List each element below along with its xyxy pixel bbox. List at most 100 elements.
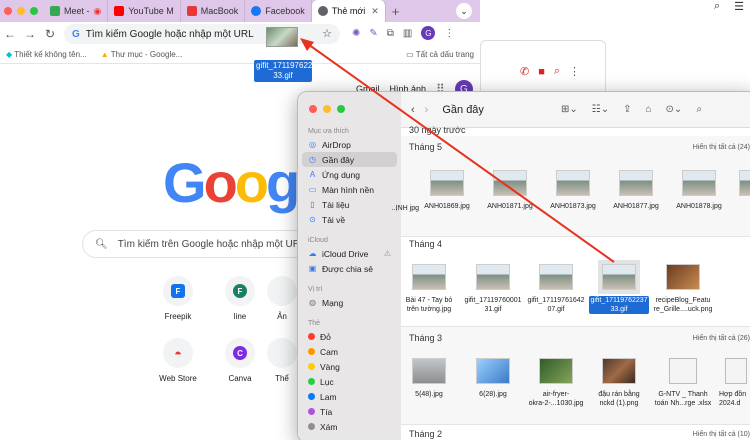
file-item[interactable]: 5(48).jpg <box>399 358 459 399</box>
menu-icon[interactable]: ☰ <box>734 0 744 13</box>
file-name-line: air-fryer- <box>542 391 570 398</box>
new-tab-button[interactable]: + <box>392 4 400 19</box>
file-name-line: gifit_17119760001 <box>464 297 522 304</box>
minimize-window-button[interactable] <box>323 105 331 113</box>
bookmark-item[interactable]: ▲ Thư mục - Google... <box>101 50 183 59</box>
file-item[interactable]: gifit_17119760001 31.gif <box>463 264 523 314</box>
meet-icon <box>50 6 60 16</box>
file-item[interactable]: ANH01877.jpg <box>606 170 666 211</box>
side-panel-icon[interactable]: ▥ <box>403 28 412 39</box>
share-icon[interactable]: ⇪ <box>623 104 631 115</box>
file-item[interactable]: air-fryer-okra-2-...1030.jpg <box>526 358 586 408</box>
section-divider <box>401 236 750 237</box>
pen-icon[interactable]: ✎ <box>369 28 377 39</box>
bookmark-item[interactable]: ◆ Thiết kế không tên... <box>6 50 87 59</box>
more-options-icon[interactable]: ⊙⌄ <box>666 104 683 115</box>
sidebar-item-downloads[interactable]: ⊙ Tải về <box>298 212 401 227</box>
back-arrow-icon[interactable]: ← <box>4 27 16 41</box>
sidebar-tag-blue[interactable]: Lam <box>298 389 401 404</box>
tab-meet[interactable]: Meet - ◉ <box>44 0 109 22</box>
shortcut-line[interactable]: F line <box>210 276 270 321</box>
address-bar-text: Tìm kiếm Google hoặc nhập một URL <box>85 28 254 40</box>
shortcut-partial-2[interactable]: Thể <box>262 338 302 383</box>
bookmarks-bar: ◆ Thiết kế không tên... ▲ Thư mục - Goog… <box>0 46 480 64</box>
file-item[interactable]: recipeBlog_Featu re_Grille....uck.png <box>653 264 713 314</box>
show-all-may[interactable]: Hiển thị tất cả (24) <box>693 144 750 151</box>
file-name: ANH01877.jpg <box>613 203 659 210</box>
more-menu-icon[interactable]: ⋮ <box>444 28 454 39</box>
file-item[interactable]: ..ỊNH jpg <box>379 170 419 213</box>
file-name-line: re_Grille....uck.png <box>653 306 713 313</box>
sidebar-item-label: Tía <box>320 406 333 417</box>
file-thumbnail <box>666 264 700 290</box>
close-tab-icon[interactable]: ✕ <box>371 6 379 17</box>
sidebar-item-airdrop[interactable]: ◎ AirDrop <box>298 137 401 152</box>
zoom-window-button[interactable] <box>30 7 38 15</box>
shortcut-freepik[interactable]: F Freepik <box>148 276 208 321</box>
file-item[interactable]: Bài 47 - Tay bó trên tường.jpg <box>399 264 459 314</box>
back-chevron-icon[interactable]: ‹ <box>411 104 415 116</box>
tab-youtube[interactable]: YouTube M <box>108 0 181 22</box>
desktop-top-icons: ⌕ ☰ <box>714 0 744 13</box>
extension-gear-icon[interactable]: ✺ <box>352 28 360 39</box>
sidebar-tag-orange[interactable]: Cam <box>298 344 401 359</box>
sidebar-tag-purple[interactable]: Tía <box>298 404 401 419</box>
show-all-february[interactable]: Hiển thị tất cả (10) <box>693 431 750 438</box>
tag-icon[interactable]: ⌂ <box>646 104 652 115</box>
sidebar-item-icloud-drive[interactable]: ☁ iCloud Drive ⚠ <box>298 246 401 261</box>
sidebar-tag-red[interactable]: Đỏ <box>298 329 401 344</box>
all-bookmarks[interactable]: ▭ Tất cả dấu trang <box>406 50 474 59</box>
sidebar-item-recents[interactable]: ◷ Gần đây <box>302 152 397 167</box>
show-all-march[interactable]: Hiển thị tất cả (26) <box>693 335 750 342</box>
file-name-line: Hợp đồn <box>719 391 747 398</box>
forward-chevron-icon[interactable]: › <box>425 104 429 116</box>
search-icon[interactable]: ⌕ <box>714 0 720 13</box>
file-item[interactable]: gifit_17119761642 07.gif <box>526 264 586 314</box>
file-item[interactable]: ANH01869.jpg <box>417 170 477 211</box>
more-icon[interactable]: ⋮ <box>569 65 580 78</box>
file-item[interactable]: đậu rán bằng nckd (1).png <box>589 358 649 408</box>
sidebar-item-network[interactable]: ◍ Mạng <box>298 295 401 310</box>
group-icon[interactable]: ☷⌄ <box>592 104 609 115</box>
reload-icon[interactable]: ↻ <box>44 27 56 41</box>
file-item[interactable]: ANH01871.jpg <box>480 170 540 211</box>
phone-icon[interactable]: ✆ <box>520 65 529 78</box>
file-item[interactable]: 6(28).jpg <box>463 358 523 399</box>
sidebar-tag-green[interactable]: Lục <box>298 374 401 389</box>
video-icon[interactable]: ■ <box>538 66 545 78</box>
sidebar-item-label: iCloud Drive <box>322 248 369 259</box>
file-name-line: Bài 47 - Tay bó <box>405 297 453 304</box>
file-item-selected[interactable]: gifit_17119762237 33.gif <box>589 260 649 314</box>
shortcut-partial[interactable]: Ản <box>262 276 302 321</box>
forward-arrow-icon[interactable]: → <box>24 27 36 41</box>
tab-label: MacBook <box>200 6 239 16</box>
file-item[interactable]: Hợp đồn 2024.d <box>719 358 750 408</box>
search-icon[interactable]: ⌕ <box>696 104 702 115</box>
close-window-button[interactable] <box>309 105 317 113</box>
search-icon[interactable]: ⌕ <box>554 65 560 78</box>
file-item[interactable]: ANH01873.jpg <box>543 170 603 211</box>
desktop-icon: ▭ <box>308 185 317 194</box>
browser-tab-strip: Meet - ◉ YouTube M MacBook Facebook Thẻ m… <box>0 0 480 22</box>
profile-avatar[interactable]: G <box>421 26 436 40</box>
canva-icon: C <box>233 346 247 360</box>
sidebar-tag-gray[interactable]: Xám <box>298 419 401 434</box>
extensions-puzzle-icon[interactable]: ⧉ <box>387 28 394 39</box>
tab-macbook[interactable]: MacBook <box>181 0 246 22</box>
shortcut-web-store[interactable]: ◓ Web Store <box>148 338 208 383</box>
shortcut-canva[interactable]: C Canva <box>210 338 270 383</box>
tab-new-tab[interactable]: Thẻ mới ✕ <box>311 0 386 22</box>
file-thumbnail <box>598 260 640 294</box>
zoom-window-button[interactable] <box>337 105 345 113</box>
file-item[interactable]: ANH01878.jpg <box>669 170 729 211</box>
file-item[interactable]: G-NTV _ Thanh toán Nh...rge .xlsx <box>653 358 713 408</box>
sidebar-item-shared[interactable]: ▣ Được chia sẻ <box>298 261 401 276</box>
close-window-button[interactable] <box>4 7 12 15</box>
bookmark-star-icon[interactable]: ☆ <box>322 27 332 40</box>
tab-search-chevron-icon[interactable]: ⌄ <box>456 3 472 19</box>
view-grid-icon[interactable]: ⊞⌄ <box>561 104 578 115</box>
sidebar-tag-yellow[interactable]: Vàng <box>298 359 401 374</box>
address-bar[interactable]: G Tìm kiếm Google hoặc nhập một URL ☆ <box>64 24 340 44</box>
tab-facebook[interactable]: Facebook <box>245 0 312 22</box>
minimize-window-button[interactable] <box>17 7 25 15</box>
